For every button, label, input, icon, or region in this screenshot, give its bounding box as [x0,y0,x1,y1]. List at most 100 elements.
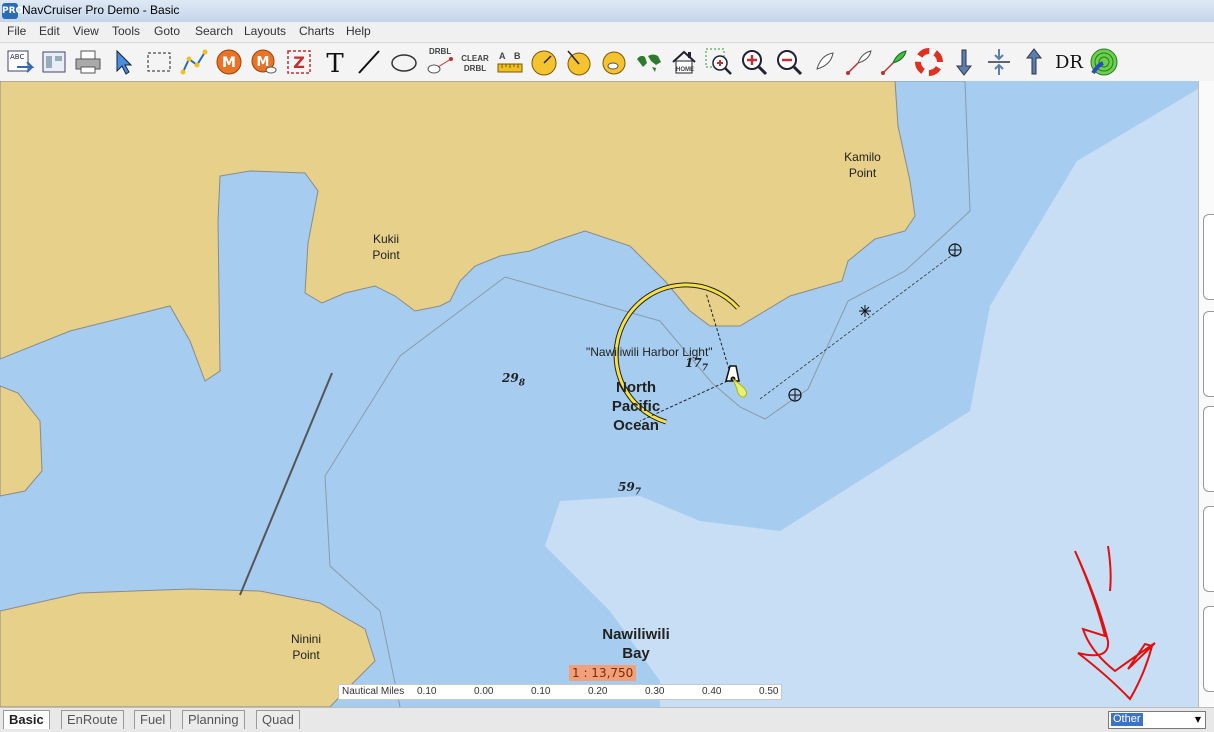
scale-tick-3: 0.20 [588,686,608,697]
place-label-bay-line1: Nawiliwili [602,626,670,643]
menu-help[interactable]: Help [346,24,371,38]
place-label-bay-line2: Bay [622,645,650,662]
line-tool-button[interactable] [353,46,385,78]
chart-map-canvas[interactable]: Kamilo Point Kukii Point Ninini Point No… [0,81,1198,707]
place-label-ninini-line1: Ninini [290,632,321,646]
route-tool-button[interactable] [178,46,210,78]
side-panel-tab-4[interactable] [1203,506,1214,592]
man-overboard-button[interactable] [913,46,945,78]
select-pointer-button[interactable] [107,46,139,78]
clear-drbl-label: DRBL [463,64,487,73]
side-panel-tab-3[interactable] [1203,406,1214,492]
scale-tick-4: 0.30 [645,686,665,697]
zoom-area-button[interactable] [703,46,735,78]
toolbar: ABC M M Z T DRBL CLEAR DRBL A B HOME DR [0,43,1214,82]
place-label-kamilo-line1: Kamilo [844,150,881,164]
range-b-label: B [514,51,521,61]
tab-quad[interactable]: Quad [256,710,300,729]
sounding-2: 177 [685,356,708,373]
tab-enroute[interactable]: EnRoute [61,710,124,729]
menu-charts[interactable]: Charts [299,24,334,38]
ellipse-tool-button[interactable] [388,46,420,78]
mark-button[interactable]: M [213,46,245,78]
menu-view[interactable]: View [73,24,99,38]
text-t-icon: T [326,49,344,77]
abc-import-icon: ABC [7,50,35,73]
app-icon: PRO [2,3,23,19]
printer-icon [75,50,101,74]
move-down-button[interactable] [948,46,980,78]
home-button[interactable]: HOME [668,46,700,78]
sounding-2-sub: 7 [701,363,708,374]
title-bar: PRO NavCruiser Pro Demo - Basic [0,0,1214,23]
menu-edit[interactable]: Edit [39,24,60,38]
place-label-kukii: Kukii Point [360,231,412,263]
side-panel-tab-5[interactable] [1203,606,1214,692]
sounding-3-sub: 7 [634,487,641,498]
radar-button[interactable] [1088,46,1120,78]
menu-layouts[interactable]: Layouts [244,24,286,38]
boat-green-button[interactable] [878,46,910,78]
clear-label: CLEAR [461,54,489,63]
bearing-button[interactable] [528,46,560,78]
place-label-ocean: North Pacific Ocean [598,378,674,435]
clear-drbl-button[interactable]: CLEAR DRBL [459,46,491,78]
scale-tick-5: 0.40 [702,686,722,697]
tab-planning[interactable]: Planning [182,710,245,729]
range-ab-button[interactable]: A B [494,46,526,78]
place-label-kukii-line1: Kukii [372,232,399,246]
move-up-button[interactable] [1018,46,1050,78]
place-label-ninini-line2: Point [292,648,320,662]
text-tool-button[interactable]: T [319,46,351,78]
chart-type-select[interactable]: Other ▼ [1108,711,1206,729]
chevron-down-icon[interactable]: ▼ [1192,713,1204,726]
chart-type-select-value: Other [1111,713,1143,726]
menu-tools[interactable]: Tools [112,24,140,38]
menu-search[interactable]: Search [195,24,233,38]
ellipse-icon [391,54,417,72]
zoom-out-button[interactable] [773,46,805,78]
drbl-label: DRBL [429,47,452,56]
compass-line-icon [567,50,591,76]
mark-boat-button[interactable]: M [248,46,280,78]
abc-import-button[interactable]: ABC [4,46,36,78]
compass-icon [531,50,557,76]
home-label: HOME [676,67,694,73]
window-title: NavCruiser Pro Demo - Basic [22,3,180,17]
bearing-boat-button[interactable] [598,46,630,78]
drbl-button[interactable]: DRBL [423,46,455,78]
boat-track-button[interactable] [843,46,875,78]
buoy-icon-1[interactable] [948,243,962,257]
line-icon [358,50,380,74]
print-button[interactable] [72,46,104,78]
dashed-rectangle-icon [147,52,171,72]
sounding-2-value: 17 [685,356,702,370]
marquee-select-button[interactable] [143,46,175,78]
boat-button[interactable] [808,46,840,78]
zoom-in-icon [742,50,768,76]
center-button[interactable] [983,46,1015,78]
zone-button[interactable]: Z [283,46,315,78]
tab-basic[interactable]: Basic [3,710,50,729]
layout-button[interactable] [38,46,70,78]
menu-goto[interactable]: Goto [154,24,180,38]
menu-file[interactable]: File [7,24,26,38]
place-label-kamilo: Kamilo Point [835,149,890,181]
sounding-3-value: 59 [618,480,635,494]
scale-tick-0: 0.10 [417,686,437,697]
scale-bar: Nautical Miles 0.10 0.00 0.10 0.20 0.30 … [338,684,782,700]
svg-text:T: T [326,49,344,77]
boat-track-icon [846,50,872,75]
dead-reckoning-button[interactable]: DR [1053,46,1085,78]
dr-label: DR [1055,51,1083,73]
zoom-in-button[interactable] [738,46,770,78]
world-map-button[interactable] [633,46,665,78]
sounding-1-value: 29 [502,371,519,385]
side-panel-tab-1[interactable] [1203,214,1214,300]
bearing-line-button[interactable] [563,46,595,78]
buoy-icon-2[interactable] [788,388,802,402]
side-panel-tab-2[interactable] [1203,311,1214,397]
route-polyline-icon [180,49,208,75]
arrow-down-icon [955,49,973,76]
tab-fuel[interactable]: Fuel [134,710,172,729]
